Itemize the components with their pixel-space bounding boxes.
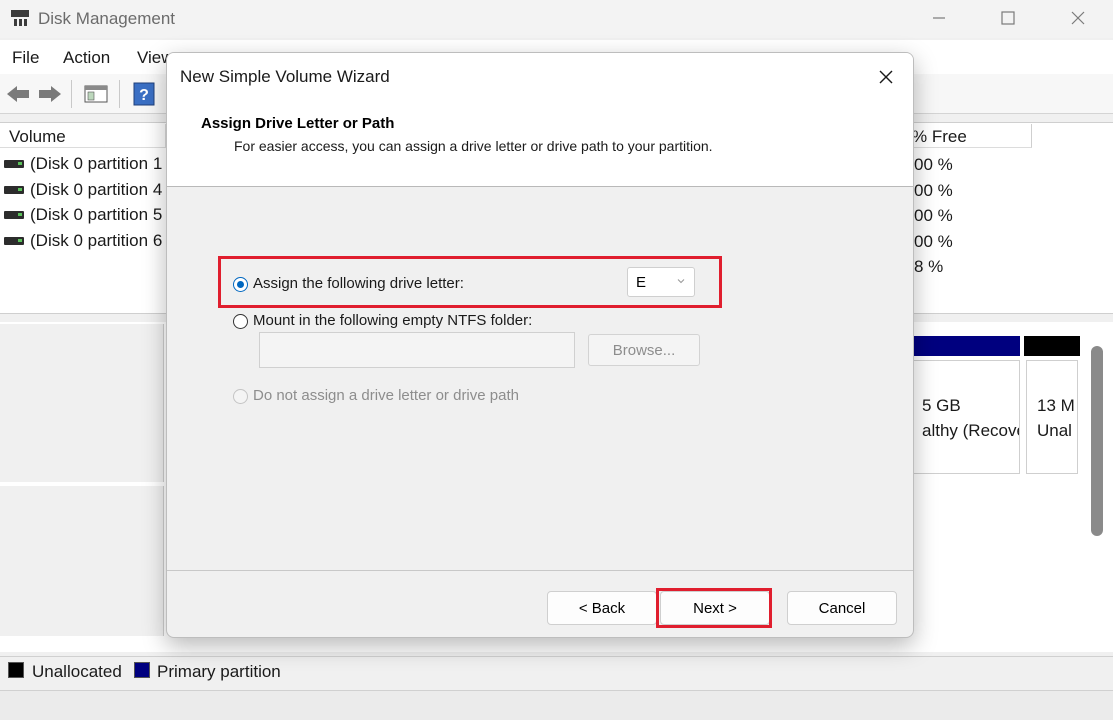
volume-disk-icon — [4, 160, 24, 168]
mount-folder-radio[interactable] — [233, 314, 248, 329]
volume-free: 00 % — [914, 232, 953, 251]
mount-folder-label[interactable]: Mount in the following empty NTFS folder… — [253, 312, 532, 329]
drive-letter-value: E — [636, 274, 647, 291]
minimize-icon — [933, 17, 945, 19]
primary-partition-bar — [912, 336, 1020, 356]
disk-0-label[interactable] — [0, 324, 164, 482]
volume-row[interactable]: (Disk 0 partition 5 — [4, 205, 162, 225]
volume-free: 00 % — [914, 181, 953, 200]
legend-unallocated-swatch — [8, 662, 24, 678]
svg-text:?: ? — [139, 87, 149, 104]
volume-free: 8 % — [914, 257, 944, 276]
footer-divider — [167, 570, 913, 571]
back-nav-button[interactable] — [4, 80, 32, 108]
forward-nav-button[interactable] — [36, 80, 64, 108]
wizard-title: New Simple Volume Wizard — [180, 67, 390, 86]
unallocated-bar — [1024, 336, 1080, 356]
menu-file[interactable]: File — [12, 48, 39, 68]
new-simple-volume-wizard: New Simple Volume Wizard Assign Drive Le… — [166, 52, 914, 638]
volume-name: (Disk 0 partition 1 — [30, 154, 163, 173]
volume-row[interactable]: (Disk 0 partition 1 — [4, 154, 162, 174]
window-close-button[interactable] — [1063, 4, 1093, 32]
unallocated-size: 13 M — [1037, 396, 1075, 415]
legend-primary-label: Primary partition — [157, 662, 281, 681]
no-assign-radio[interactable] — [233, 389, 248, 404]
volume-free: 00 % — [914, 155, 953, 174]
volume-row[interactable]: (Disk 0 partition 6 — [4, 231, 162, 251]
arrow-left-icon — [7, 86, 29, 102]
next-button[interactable]: Next > — [660, 591, 770, 625]
close-icon — [1071, 11, 1085, 25]
legend-unallocated-label: Unallocated — [32, 662, 122, 681]
console-tree-icon — [84, 85, 108, 103]
volume-name: (Disk 0 partition 6 — [30, 231, 163, 250]
recovery-size: 5 GB — [922, 396, 961, 415]
wizard-subheading: For easier access, you can assign a driv… — [234, 138, 713, 154]
maximize-button[interactable] — [993, 4, 1023, 32]
show-hide-console-button[interactable] — [82, 80, 110, 108]
assign-letter-radio[interactable] — [233, 277, 248, 292]
help-button[interactable]: ? — [130, 80, 158, 108]
drive-letter-select[interactable]: E — [627, 267, 695, 297]
volume-name: (Disk 0 partition 5 — [30, 205, 163, 224]
vertical-scrollbar[interactable] — [1091, 346, 1103, 536]
back-button[interactable]: < Back — [547, 591, 657, 625]
menu-action[interactable]: Action — [63, 48, 110, 68]
toolbar-separator — [71, 80, 72, 108]
toolbar-separator — [119, 80, 120, 108]
volume-free: 00 % — [914, 206, 953, 225]
wizard-close-button[interactable] — [871, 63, 901, 91]
column-header-free[interactable]: % Free — [912, 124, 1032, 148]
app-title: Disk Management — [38, 9, 176, 28]
column-header-volume[interactable]: Volume — [0, 124, 166, 148]
volume-disk-icon — [4, 186, 24, 194]
unallocated-partition[interactable]: 13 M Unal — [1026, 360, 1078, 474]
volume-row[interactable]: (Disk 0 partition 4 — [4, 180, 162, 200]
wizard-heading: Assign Drive Letter or Path — [201, 115, 395, 132]
status-bar — [0, 690, 1113, 720]
volume-disk-icon — [4, 237, 24, 245]
folder-path-input[interactable] — [259, 332, 575, 368]
help-icon: ? — [133, 82, 155, 106]
volume-disk-icon — [4, 211, 24, 219]
volume-name: (Disk 0 partition 4 — [30, 180, 163, 199]
cancel-button[interactable]: Cancel — [787, 591, 897, 625]
disk-management-icon — [11, 10, 29, 26]
arrow-right-icon — [39, 86, 61, 102]
cdrom-label[interactable] — [0, 486, 164, 636]
unallocated-status: Unal — [1037, 421, 1072, 440]
recovery-status: althy (Recove — [922, 421, 1020, 440]
recovery-partition[interactable]: 5 GB althy (Recove — [912, 360, 1020, 474]
maximize-icon — [1001, 11, 1015, 25]
close-icon — [879, 70, 893, 84]
chevron-down-icon — [677, 279, 685, 284]
assign-letter-label[interactable]: Assign the following drive letter: — [253, 275, 464, 292]
minimize-button[interactable] — [924, 4, 954, 32]
legend-primary-swatch — [134, 662, 150, 678]
browse-button[interactable]: Browse... — [588, 334, 700, 366]
no-assign-label[interactable]: Do not assign a drive letter or drive pa… — [253, 387, 519, 404]
